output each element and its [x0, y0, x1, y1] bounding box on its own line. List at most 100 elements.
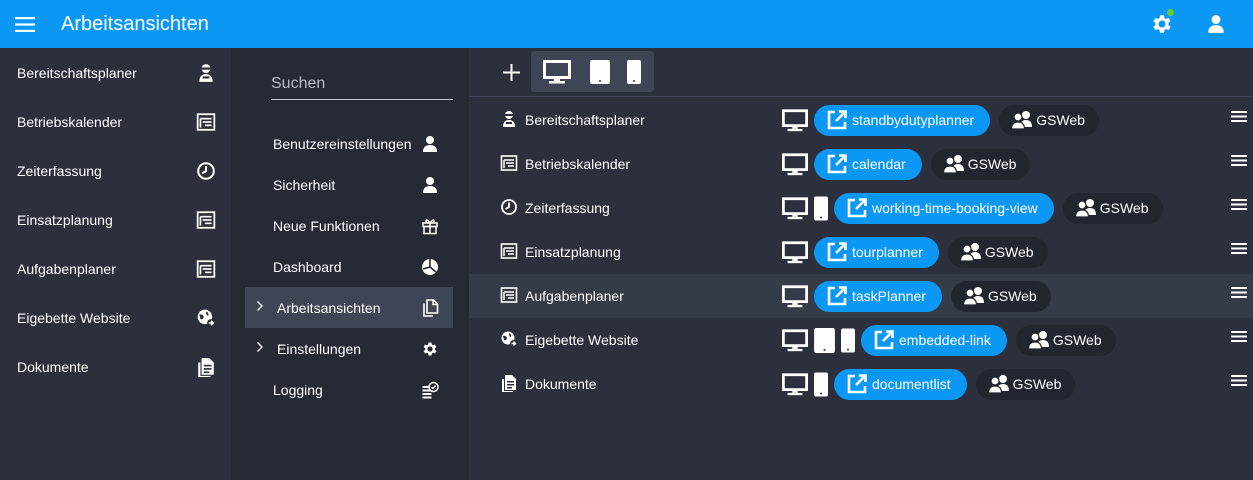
tablet-filter-button[interactable]: [583, 51, 617, 92]
settings-menu-item[interactable]: Dashboard: [245, 246, 453, 287]
drag-handle-icon[interactable]: [1231, 243, 1247, 257]
view-link-chip[interactable]: embedded-link: [861, 324, 1007, 356]
view-row-details: documentlist GSWeb: [782, 368, 1076, 400]
desktop-filter-button[interactable]: [531, 51, 583, 92]
desktop-icon: [782, 152, 808, 176]
add-view-button[interactable]: [498, 61, 524, 83]
chevron-right-icon: [256, 341, 264, 353]
globe-link-icon: [197, 309, 215, 327]
view-row[interactable]: Einsatzplanung tourplanner GSWeb: [469, 230, 1253, 274]
hamburger-menu-button[interactable]: [1, 0, 49, 48]
calendar-list-icon: [196, 112, 216, 131]
user-group-chip[interactable]: GSWeb: [999, 104, 1099, 136]
sidebar-item-label: Dokumente: [17, 358, 89, 375]
settings-menu-item[interactable]: Benutzereinstellungen: [245, 123, 453, 164]
user-group-icon: [962, 287, 984, 306]
external-link-icon: [847, 374, 867, 394]
desktop-icon: [782, 196, 808, 220]
tablet-icon: [814, 327, 835, 353]
clock-icon: [501, 199, 517, 215]
user-group-icon: [942, 155, 964, 174]
sidebar-item[interactable]: Eigebette Website: [0, 293, 231, 342]
drag-handle-icon[interactable]: [1231, 375, 1247, 389]
view-row[interactable]: Bereitschaftsplaner standbydutyplanner GSW…: [469, 98, 1253, 142]
drag-handle-icon[interactable]: [1231, 331, 1247, 345]
user-group-chip[interactable]: GSWeb: [975, 368, 1076, 400]
settings-menu-item-label: Arbeitsansichten: [277, 299, 381, 316]
user-group-name: GSWeb: [1036, 112, 1085, 128]
settings-menu-item-label: Neue Funktionen: [273, 217, 380, 234]
drag-handle-icon[interactable]: [1231, 199, 1247, 213]
view-row[interactable]: Aufgabenplaner taskPlanner GSWeb: [469, 274, 1253, 318]
pie-chart-icon: [422, 258, 438, 275]
view-link-chip[interactable]: calendar: [814, 148, 922, 180]
settings-menu-item[interactable]: Arbeitsansichten: [245, 287, 453, 328]
external-link-icon: [827, 242, 847, 262]
drag-handle-icon[interactable]: [1231, 111, 1247, 125]
view-row-label: Eigebette Website: [525, 332, 639, 348]
view-link-name: taskPlanner: [852, 288, 926, 304]
account-button[interactable]: [1189, 0, 1243, 48]
views-toolbar: [469, 48, 1253, 97]
user-group-chip[interactable]: GSWeb: [1062, 192, 1163, 224]
user-group-name: GSWeb: [1052, 332, 1102, 348]
sidebar-item[interactable]: Zeiterfassung: [0, 146, 231, 195]
user-group-name: GSWeb: [987, 288, 1037, 304]
user-group-chip[interactable]: GSWeb: [947, 236, 1048, 268]
user-group-chip[interactable]: GSWeb: [950, 280, 1051, 312]
settings-menu-item[interactable]: Einstellungen: [245, 328, 453, 369]
sidebar-item[interactable]: Betriebskalender: [0, 97, 231, 146]
calendar-list-icon: [500, 287, 518, 303]
log-icon: [422, 381, 439, 398]
view-link-chip[interactable]: tourplanner: [814, 236, 939, 268]
calendar-list-icon: [500, 155, 518, 171]
phone-icon: [627, 59, 641, 84]
settings-menu-item-label: Logging: [273, 381, 323, 398]
view-link-chip[interactable]: standbydutyplanner: [814, 104, 991, 136]
tablet-icon: [590, 59, 610, 84]
desktop-icon: [782, 328, 808, 352]
sidebar-item[interactable]: Aufgabenplaner: [0, 244, 231, 293]
desktop-icon: [782, 372, 808, 396]
view-link-name: standbydutyplanner: [852, 112, 975, 128]
sidebar-item-icon: [195, 209, 217, 231]
device-filter-group: [531, 51, 654, 92]
sidebar-item-label: Einsatzplanung: [17, 211, 113, 228]
settings-menu-item-icon: [419, 133, 441, 155]
view-row[interactable]: Betriebskalender calendar GSWeb: [469, 142, 1253, 186]
settings-menu-item[interactable]: Logging: [245, 369, 453, 410]
view-row[interactable]: Zeiterfassung working-time-booking-view GS…: [469, 186, 1253, 230]
view-row-label: Betriebskalender: [525, 156, 631, 172]
sidebar-item[interactable]: Dokumente: [0, 342, 231, 391]
documents-icon: [198, 357, 214, 377]
user-icon: [423, 176, 437, 193]
drag-handle-icon[interactable]: [1231, 287, 1247, 301]
search-input[interactable]: [271, 70, 453, 98]
settings-menu-item-icon: [419, 174, 441, 196]
sidebar-item-icon: [195, 160, 217, 182]
header-actions: [1135, 0, 1253, 48]
desktop-icon: [782, 240, 808, 264]
view-row-details: tourplanner GSWeb: [782, 236, 1048, 268]
settings-panel: Benutzereinstellungen Sicherheit Neue Funk…: [231, 48, 469, 480]
page-title: Arbeitsansichten: [61, 12, 209, 35]
settings-button[interactable]: [1135, 0, 1189, 48]
sidebar-item[interactable]: Einsatzplanung: [0, 195, 231, 244]
phone-filter-button[interactable]: [617, 51, 651, 92]
sidebar-item[interactable]: Bereitschaftsplaner: [0, 48, 231, 97]
view-link-chip[interactable]: taskPlanner: [814, 280, 942, 312]
view-link-chip[interactable]: working-time-booking-view: [834, 192, 1054, 224]
user-group-icon: [1011, 111, 1033, 130]
view-link-chip[interactable]: documentlist: [834, 368, 967, 400]
view-row[interactable]: Dokumente documentlist GSWeb: [469, 362, 1253, 406]
external-link-icon: [827, 286, 847, 306]
user-group-chip[interactable]: GSWeb: [1015, 324, 1116, 356]
settings-menu-item[interactable]: Neue Funktionen: [245, 205, 453, 246]
settings-menu-item-icon: [419, 256, 441, 278]
drag-handle-icon[interactable]: [1231, 155, 1247, 169]
settings-menu-item[interactable]: Sicherheit: [245, 164, 453, 205]
clock-icon: [197, 161, 215, 180]
user-group-chip[interactable]: GSWeb: [930, 148, 1031, 180]
user-group-name: GSWeb: [984, 244, 1034, 260]
view-row[interactable]: Eigebette Website embedded-link GSWeb: [469, 318, 1253, 362]
